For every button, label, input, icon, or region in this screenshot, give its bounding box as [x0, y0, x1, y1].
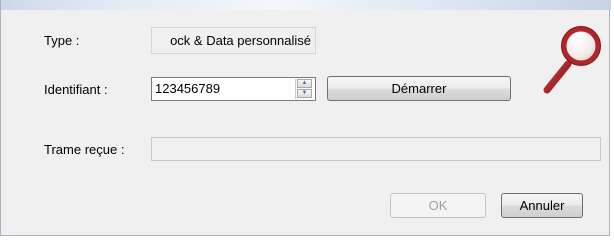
id-value: 123456789 [155, 81, 221, 96]
title-bar-strip [1, 0, 611, 10]
id-label: Identifiant : [44, 82, 108, 97]
spinner-down-icon[interactable]: ▼ [297, 89, 312, 98]
type-field: ock & Data personnalisé [151, 27, 316, 54]
spinner-up-icon[interactable]: ▲ [297, 79, 312, 88]
dialog-window: Type : ock & Data personnalisé Identifia… [0, 0, 611, 236]
id-input[interactable]: 123456789 [151, 77, 316, 101]
start-button[interactable]: Démarrer [327, 76, 511, 101]
cancel-button[interactable]: Annuler [501, 193, 583, 218]
frame-field [151, 137, 601, 161]
type-value: ock & Data personnalisé [170, 33, 311, 48]
type-label: Type : [44, 33, 80, 48]
ok-button[interactable]: OK [390, 193, 486, 218]
frame-label: Trame reçue : [44, 142, 125, 157]
id-spinner[interactable]: ▲ ▼ [295, 79, 313, 99]
magnifier-icon [543, 26, 601, 94]
